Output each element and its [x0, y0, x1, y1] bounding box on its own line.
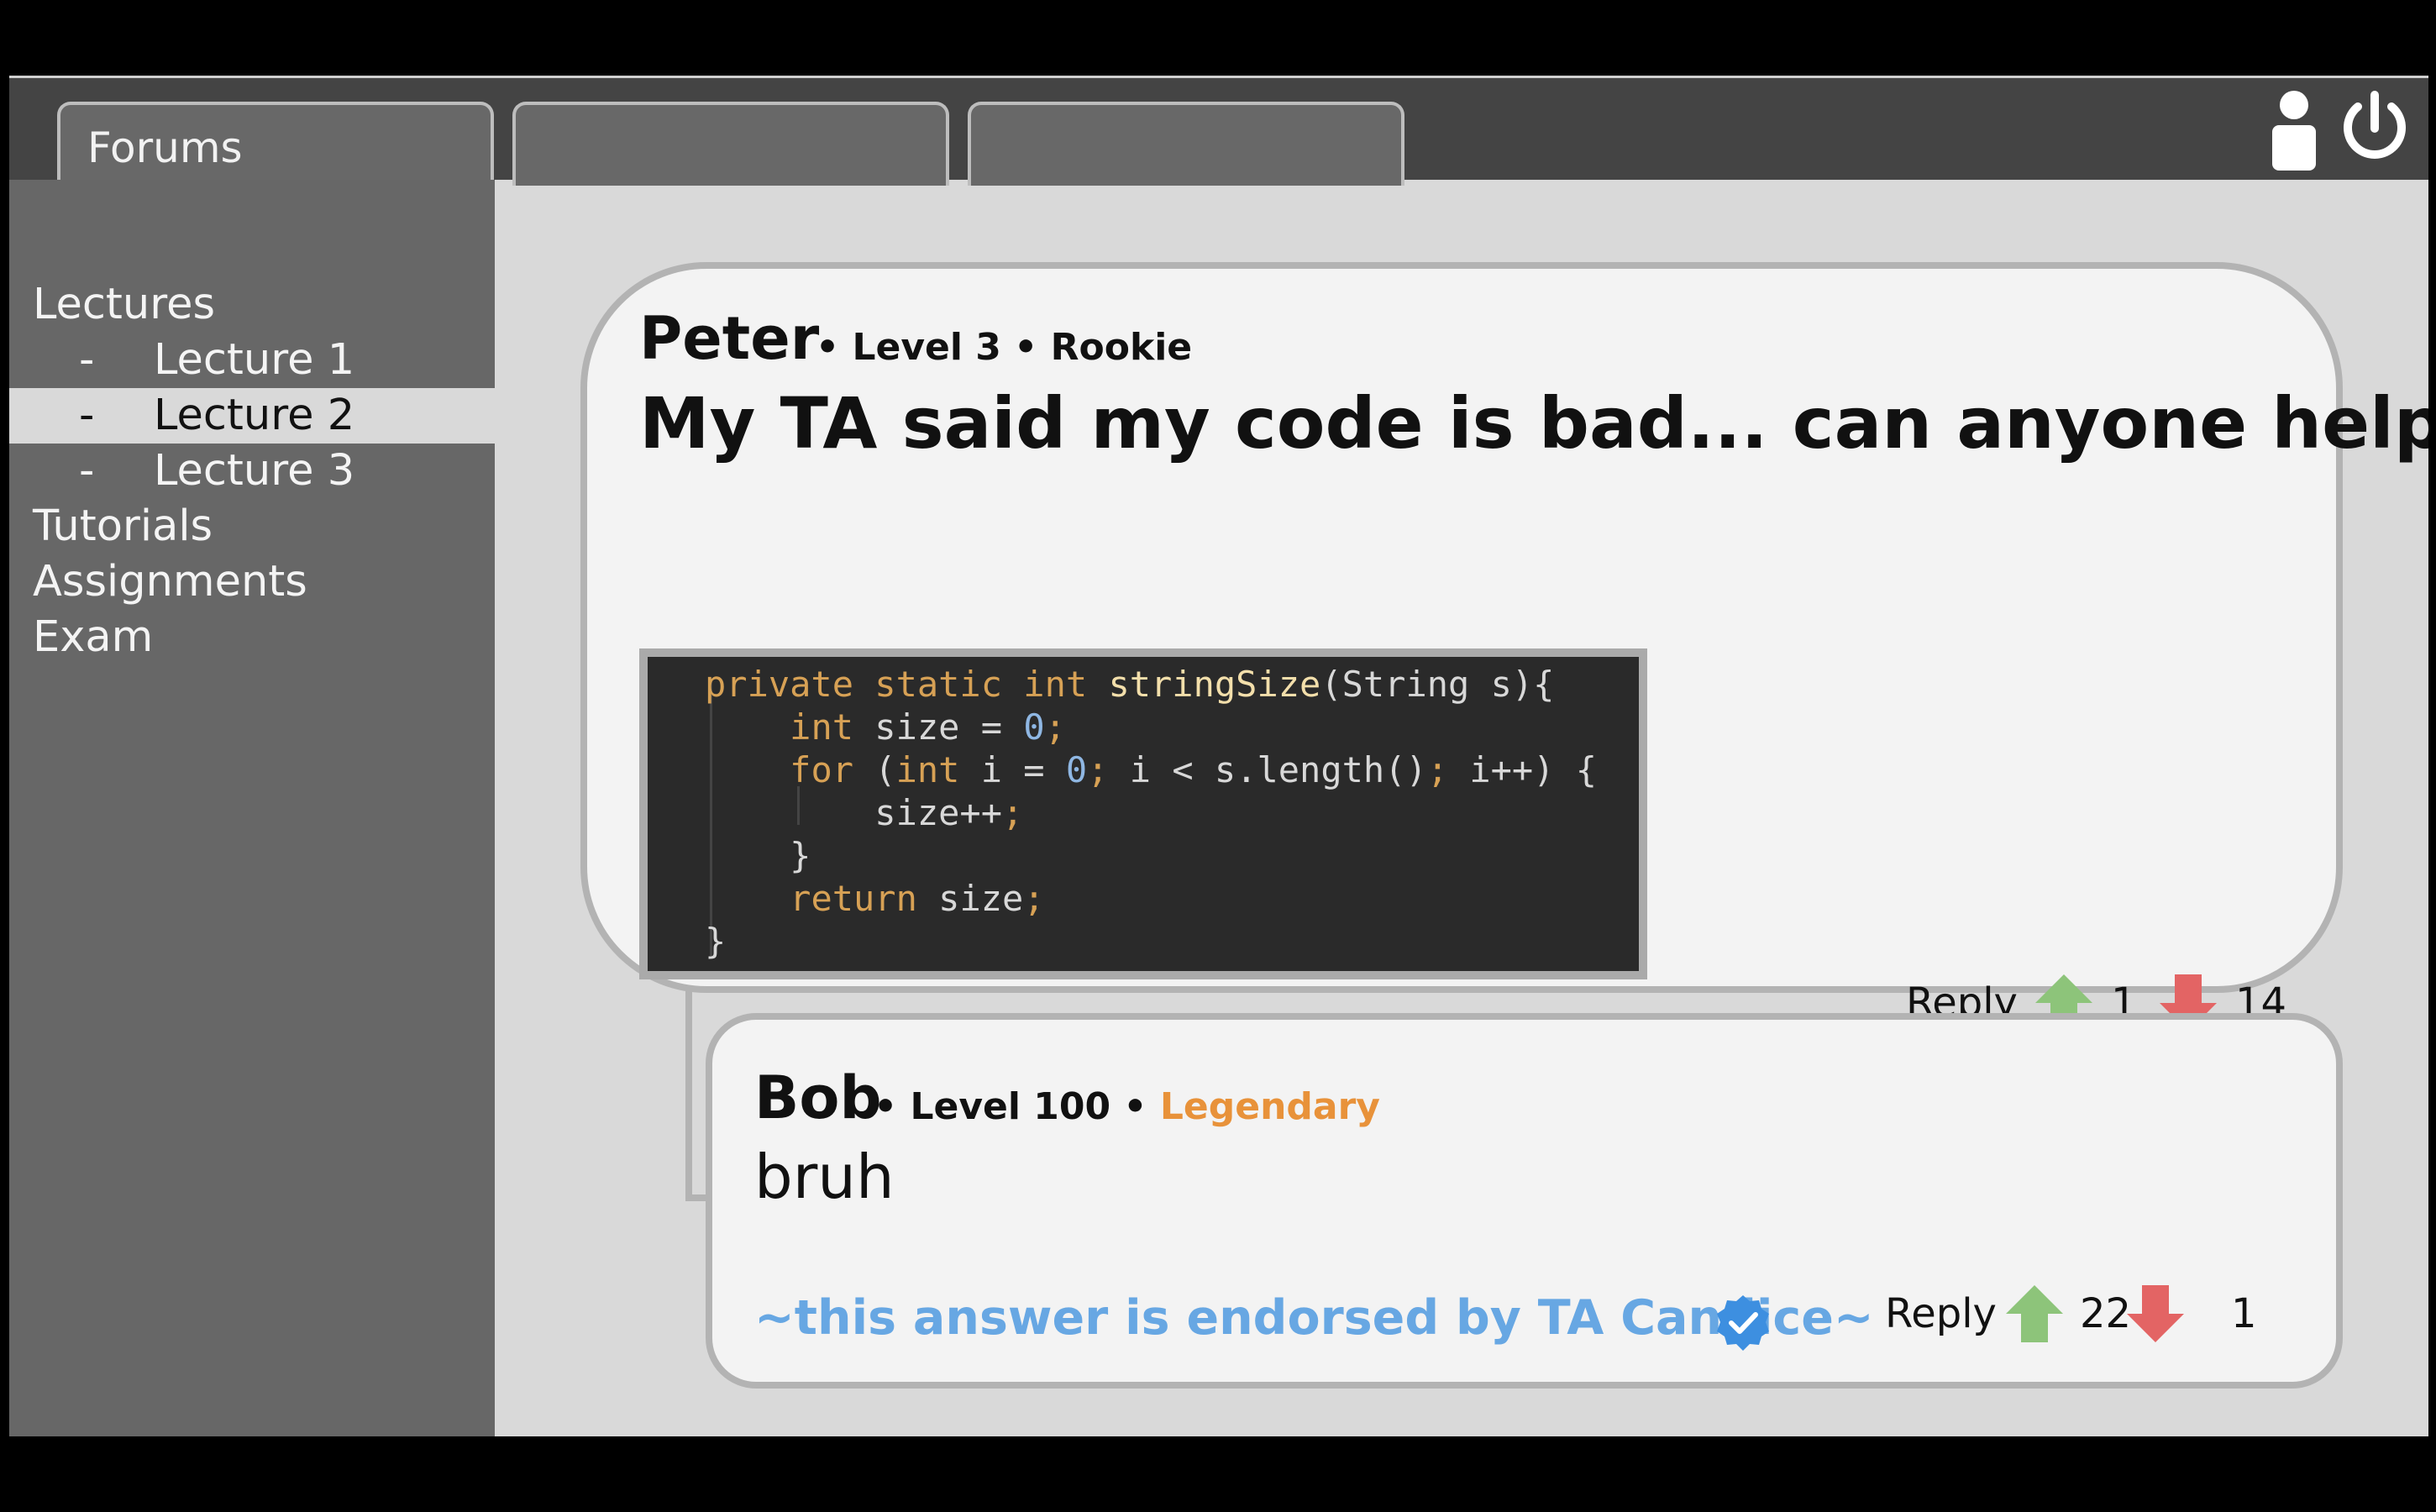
code-token: return — [790, 878, 917, 919]
code-token: private static int — [705, 664, 1109, 705]
sidebar-item-lecture-3[interactable]: - Lecture 3 — [9, 444, 495, 499]
reply-downvote-count: 1 — [2231, 1290, 2257, 1337]
sidebar-item-lectures[interactable]: Lectures — [9, 277, 495, 333]
code-token: i < s.length() — [1108, 749, 1427, 790]
reply-reply-button[interactable]: Reply — [1885, 1290, 1997, 1337]
code-token: ; — [1044, 706, 1066, 748]
sidebar-item-label: Lecture 1 — [154, 335, 355, 385]
reply-body: bruh — [754, 1142, 895, 1212]
reply-rank: Legendary — [1159, 1085, 1380, 1128]
code-line: size++; — [705, 792, 1023, 833]
reply-author-meta: • Level 100 • Legendary — [874, 1085, 1380, 1128]
code-token: } — [705, 835, 811, 876]
code-token: ; — [1023, 878, 1045, 919]
code-token: for — [790, 749, 854, 790]
code-line: private static int stringSize(String s){ — [705, 664, 1554, 705]
code-line: int size = 0; — [705, 706, 1066, 748]
power-icon[interactable] — [2339, 90, 2410, 165]
sidebar-item-assignments[interactable]: Assignments — [9, 554, 495, 610]
reply-upvote-count: 22 — [2080, 1290, 2132, 1337]
sidebar-item-label: Lecture 2 — [154, 391, 355, 440]
code-token: size++ — [705, 792, 1003, 833]
user-icon[interactable] — [2271, 90, 2318, 171]
post-author-meta: • Level 3 • Rookie — [816, 326, 1193, 369]
tab-label: Forums — [87, 123, 243, 172]
code-token: ( — [853, 749, 896, 790]
tab-forums[interactable]: Forums — [57, 102, 494, 186]
reply-level: • Level 100 • — [874, 1085, 1147, 1128]
reply-actions: Reply 22 1 — [1885, 1284, 2322, 1344]
sidebar-item-exam[interactable]: Exam — [9, 610, 495, 665]
sidebar-dash: - — [79, 446, 95, 496]
upvote-arrow-icon[interactable] — [2004, 1284, 2065, 1344]
sidebar-item-label: Exam — [33, 612, 154, 662]
sidebar: Lectures - Lecture 1 - Lecture 2 - Lectu… — [9, 180, 495, 1436]
code-token: (String s){ — [1320, 664, 1555, 705]
post-card: Peter • Level 3 • Rookie My TA said my c… — [580, 262, 2428, 1032]
sidebar-item-tutorials[interactable]: Tutorials — [9, 499, 495, 554]
code-token: } — [705, 921, 727, 962]
tab-blank-1[interactable] — [512, 102, 949, 186]
forum-app: Forums Lectures - Lecture 1 - Lecture 2 — [9, 76, 2428, 1436]
sidebar-item-lecture-1[interactable]: - Lecture 1 — [9, 333, 495, 388]
sidebar-item-label: Lectures — [33, 280, 216, 329]
sidebar-item-label: Lecture 3 — [154, 446, 355, 496]
top-bar: Forums — [9, 76, 2428, 186]
code-token: int — [895, 749, 960, 790]
code-token: stringSize — [1108, 664, 1321, 705]
code-token: int — [790, 706, 854, 748]
sidebar-item-label: Assignments — [33, 557, 307, 606]
endorsement-note: ~this answer is endorsed by TA Candice~ — [754, 1290, 1874, 1346]
reply-author[interactable]: Bob — [754, 1063, 882, 1132]
code-token: i = — [959, 749, 1066, 790]
downvote-arrow-icon[interactable] — [2125, 1284, 2186, 1344]
sidebar-item-lecture-2[interactable]: - Lecture 2 — [9, 388, 495, 444]
code-line: } — [705, 835, 811, 876]
code-line: return size; — [705, 878, 1045, 919]
sidebar-dash: - — [79, 335, 95, 385]
code-token: ; — [1002, 792, 1024, 833]
verified-badge-icon — [1717, 1295, 1769, 1351]
code-screenshot: private static int stringSize(String s){… — [639, 648, 1647, 979]
code-token: size — [916, 878, 1024, 919]
code-token: i++) { — [1448, 749, 1598, 790]
post-author[interactable]: Peter — [639, 304, 819, 373]
code-token: ; — [1426, 749, 1449, 790]
code-line: } — [705, 921, 726, 962]
post-title: My TA said my code is bad... can anyone … — [639, 382, 2428, 465]
code-token: 0 — [1023, 706, 1045, 748]
sidebar-item-label: Tutorials — [33, 501, 213, 551]
code-token: size = — [853, 706, 1024, 748]
code-token: 0 — [1065, 749, 1088, 790]
code-line: for (int i = 0; i < s.length(); i++) { — [705, 749, 1597, 790]
tab-blank-2[interactable] — [968, 102, 1404, 186]
code-token: ; — [1087, 749, 1109, 790]
reply-card: Bob • Level 100 • Legendary bruh ~this a… — [706, 1013, 2343, 1389]
sidebar-dash: - — [79, 391, 95, 440]
